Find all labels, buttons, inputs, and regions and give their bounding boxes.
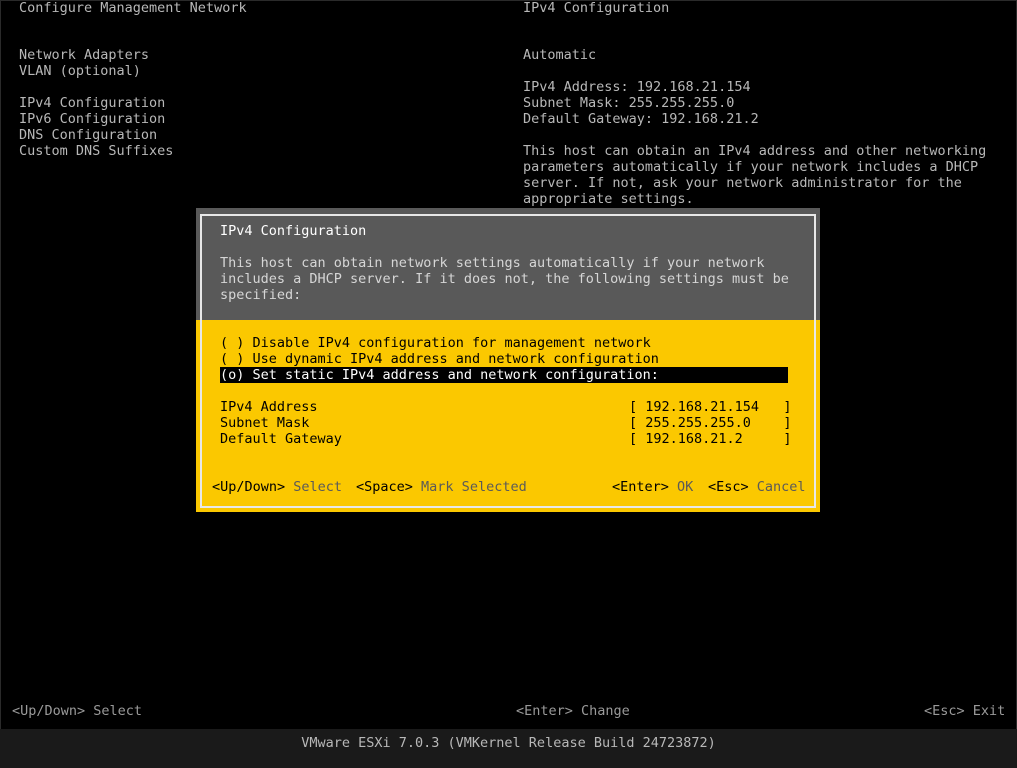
option-dynamic-ipv4[interactable]: ( ) Use dynamic IPv4 address and network… [220, 351, 659, 367]
description-line: appropriate settings. [523, 191, 694, 207]
version-status: VMware ESXi 7.0.3 (VMKernel Release Buil… [301, 735, 716, 751]
dialog-text-line: specified: [220, 287, 302, 303]
hint-select: <Up/Down> Select [212, 479, 342, 495]
hint-mark-selected: <Space> Mark Selected [356, 479, 527, 495]
footer-exit-hint: <Esc> Exit [924, 703, 1006, 719]
field-label-default-gateway: Default Gateway [220, 431, 342, 447]
ipv4-address-value: IPv4 Address: 192.168.21.154 [523, 79, 751, 95]
hint-key: <Space> [356, 479, 413, 495]
option-disable-ipv4[interactable]: ( ) Disable IPv4 configuration for manag… [220, 335, 651, 351]
dialog-text-line: includes a DHCP server. If it does not, … [220, 271, 789, 287]
hint-label: Cancel [756, 479, 806, 495]
menu-item-custom-dns-suffixes[interactable]: Custom DNS Suffixes [19, 143, 173, 159]
left-pane-title: Configure Management Network [19, 0, 247, 16]
dialog-text-line: This host can obtain network settings au… [220, 255, 765, 271]
field-label-ipv4-address: IPv4 Address [220, 399, 318, 415]
cancel-button[interactable]: <Esc> Cancel [708, 479, 806, 495]
description-line: This host can obtain an IPv4 address and… [523, 143, 987, 159]
ipv4-mode: Automatic [523, 47, 597, 63]
subnet-mask-value: Subnet Mask: 255.255.255.0 [523, 95, 735, 111]
menu-item-network-adapters[interactable]: Network Adapters [19, 47, 149, 63]
hint-key: <Enter> [612, 479, 669, 495]
hint-label: Mark Selected [421, 479, 527, 495]
menu-item-ipv4-configuration[interactable]: IPv4 Configuration [19, 95, 165, 111]
menu-item-vlan[interactable]: VLAN (optional) [19, 63, 141, 79]
option-static-ipv4[interactable]: (o) Set static IPv4 address and network … [220, 367, 788, 383]
menu-item-ipv6-configuration[interactable]: IPv6 Configuration [19, 111, 165, 127]
default-gateway-value: Default Gateway: 192.168.21.2 [523, 111, 759, 127]
footer-select-hint: <Up/Down> Select [12, 703, 143, 719]
subnet-mask-input[interactable]: [ 255.255.255.0 ] [629, 415, 792, 431]
hint-label: Select [293, 479, 343, 495]
ok-button[interactable]: <Enter> OK [612, 479, 693, 495]
hint-key: <Esc> [708, 479, 749, 495]
default-gateway-input[interactable]: [ 192.168.21.2 ] [629, 431, 792, 447]
ipv4-address-input[interactable]: [ 192.168.21.154 ] [629, 399, 792, 415]
hint-label: OK [677, 479, 694, 495]
description-line: parameters automatically if your network… [523, 159, 979, 175]
dialog-title: IPv4 Configuration [220, 223, 367, 239]
hint-key: <Up/Down> [212, 479, 286, 495]
footer-change-hint: <Enter> Change [516, 703, 630, 719]
menu-item-dns-configuration[interactable]: DNS Configuration [19, 127, 157, 143]
field-label-subnet-mask: Subnet Mask [220, 415, 310, 431]
right-pane-title: IPv4 Configuration [523, 0, 670, 16]
description-line: server. If not, ask your network adminis… [523, 175, 962, 191]
